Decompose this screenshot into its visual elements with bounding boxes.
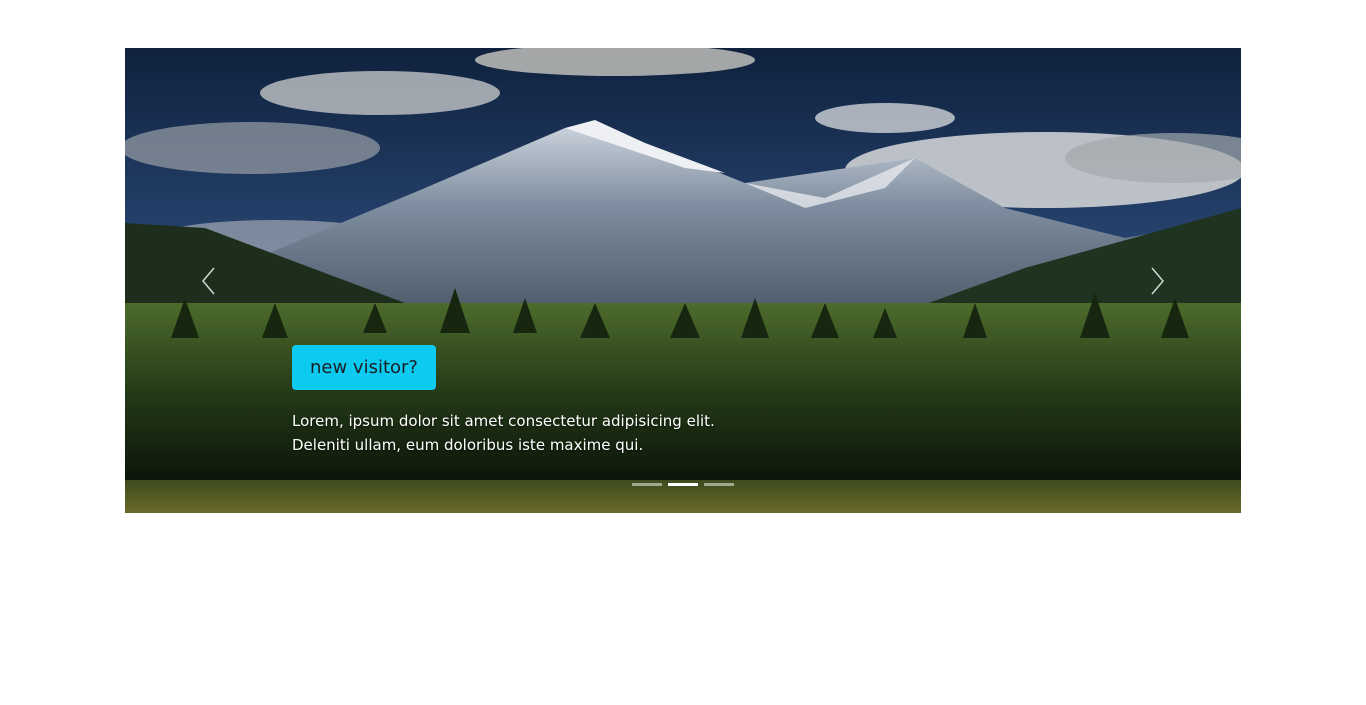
carousel-indicators — [125, 483, 1241, 486]
hero-carousel: new visitor? Lorem, ipsum dolor sit amet… — [125, 48, 1241, 513]
indicator-slide-3[interactable] — [704, 483, 734, 486]
caption-text: Lorem, ipsum dolor sit amet consectetur … — [292, 412, 715, 454]
carousel-next-button[interactable] — [1074, 48, 1241, 513]
carousel-prev-button[interactable] — [125, 48, 292, 513]
slide-caption: new visitor? Lorem, ipsum dolor sit amet… — [292, 345, 752, 457]
chevron-right-icon — [1151, 267, 1165, 294]
new-visitor-button[interactable]: new visitor? — [292, 345, 436, 390]
indicator-slide-2[interactable] — [668, 483, 698, 486]
indicator-slide-1[interactable] — [632, 483, 662, 486]
chevron-left-icon — [201, 267, 215, 294]
